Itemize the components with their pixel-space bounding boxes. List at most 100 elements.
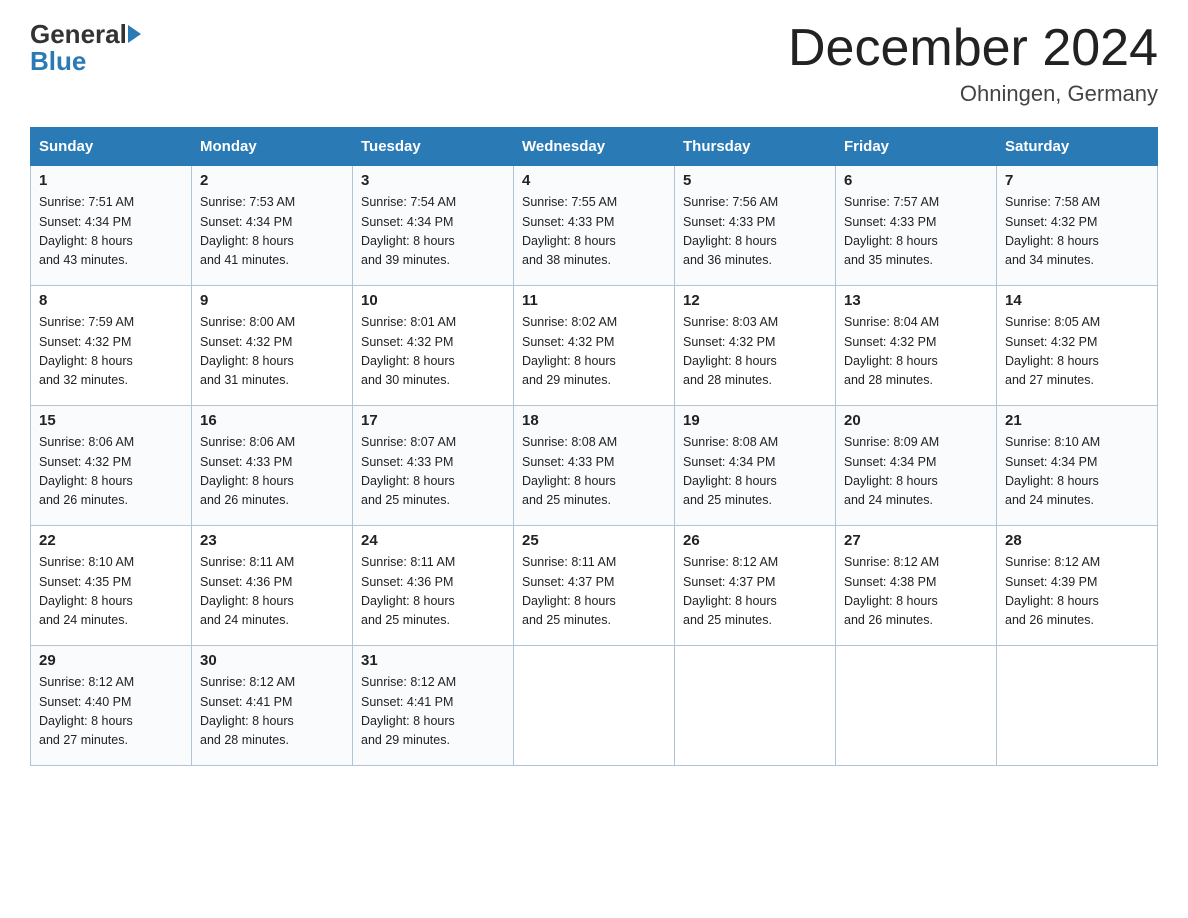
calendar-cell: 11 Sunrise: 8:02 AM Sunset: 4:32 PM Dayl… (514, 286, 675, 406)
day-info: Sunrise: 8:09 AM Sunset: 4:34 PM Dayligh… (844, 433, 988, 511)
weekday-header-thursday: Thursday (675, 128, 836, 166)
day-number: 16 (200, 412, 344, 429)
calendar-cell (675, 646, 836, 766)
page-header: General Blue December 2024 Ohningen, Ger… (30, 20, 1158, 107)
calendar-week-row: 29 Sunrise: 8:12 AM Sunset: 4:40 PM Dayl… (31, 646, 1158, 766)
calendar-cell: 9 Sunrise: 8:00 AM Sunset: 4:32 PM Dayli… (192, 286, 353, 406)
day-info: Sunrise: 8:12 AM Sunset: 4:37 PM Dayligh… (683, 553, 827, 631)
calendar-table: SundayMondayTuesdayWednesdayThursdayFrid… (30, 127, 1158, 766)
day-number: 9 (200, 292, 344, 309)
day-number: 26 (683, 532, 827, 549)
calendar-cell: 5 Sunrise: 7:56 AM Sunset: 4:33 PM Dayli… (675, 166, 836, 286)
day-info: Sunrise: 8:06 AM Sunset: 4:32 PM Dayligh… (39, 433, 183, 511)
calendar-cell: 15 Sunrise: 8:06 AM Sunset: 4:32 PM Dayl… (31, 406, 192, 526)
calendar-cell: 28 Sunrise: 8:12 AM Sunset: 4:39 PM Dayl… (997, 526, 1158, 646)
day-number: 21 (1005, 412, 1149, 429)
day-info: Sunrise: 8:01 AM Sunset: 4:32 PM Dayligh… (361, 313, 505, 391)
day-number: 11 (522, 292, 666, 309)
calendar-cell: 26 Sunrise: 8:12 AM Sunset: 4:37 PM Dayl… (675, 526, 836, 646)
day-info: Sunrise: 7:56 AM Sunset: 4:33 PM Dayligh… (683, 193, 827, 271)
calendar-week-row: 15 Sunrise: 8:06 AM Sunset: 4:32 PM Dayl… (31, 406, 1158, 526)
day-number: 2 (200, 172, 344, 189)
calendar-cell: 4 Sunrise: 7:55 AM Sunset: 4:33 PM Dayli… (514, 166, 675, 286)
logo-blue-text: Blue (30, 47, 142, 76)
calendar-week-row: 8 Sunrise: 7:59 AM Sunset: 4:32 PM Dayli… (31, 286, 1158, 406)
day-number: 18 (522, 412, 666, 429)
day-number: 19 (683, 412, 827, 429)
logo-arrow-icon (128, 25, 141, 43)
calendar-cell: 10 Sunrise: 8:01 AM Sunset: 4:32 PM Dayl… (353, 286, 514, 406)
calendar-cell: 18 Sunrise: 8:08 AM Sunset: 4:33 PM Dayl… (514, 406, 675, 526)
calendar-cell: 16 Sunrise: 8:06 AM Sunset: 4:33 PM Dayl… (192, 406, 353, 526)
day-info: Sunrise: 8:07 AM Sunset: 4:33 PM Dayligh… (361, 433, 505, 511)
day-info: Sunrise: 8:12 AM Sunset: 4:39 PM Dayligh… (1005, 553, 1149, 631)
calendar-cell: 24 Sunrise: 8:11 AM Sunset: 4:36 PM Dayl… (353, 526, 514, 646)
day-number: 31 (361, 652, 505, 669)
day-number: 8 (39, 292, 183, 309)
day-info: Sunrise: 8:11 AM Sunset: 4:36 PM Dayligh… (361, 553, 505, 631)
weekday-header-friday: Friday (836, 128, 997, 166)
day-info: Sunrise: 8:10 AM Sunset: 4:35 PM Dayligh… (39, 553, 183, 631)
calendar-cell (997, 646, 1158, 766)
calendar-cell: 29 Sunrise: 8:12 AM Sunset: 4:40 PM Dayl… (31, 646, 192, 766)
location-text: Ohningen, Germany (788, 81, 1158, 107)
day-number: 29 (39, 652, 183, 669)
weekday-header-tuesday: Tuesday (353, 128, 514, 166)
day-number: 12 (683, 292, 827, 309)
day-number: 15 (39, 412, 183, 429)
day-number: 3 (361, 172, 505, 189)
day-info: Sunrise: 7:53 AM Sunset: 4:34 PM Dayligh… (200, 193, 344, 271)
day-number: 6 (844, 172, 988, 189)
calendar-week-row: 1 Sunrise: 7:51 AM Sunset: 4:34 PM Dayli… (31, 166, 1158, 286)
calendar-cell: 13 Sunrise: 8:04 AM Sunset: 4:32 PM Dayl… (836, 286, 997, 406)
calendar-cell: 8 Sunrise: 7:59 AM Sunset: 4:32 PM Dayli… (31, 286, 192, 406)
calendar-cell: 21 Sunrise: 8:10 AM Sunset: 4:34 PM Dayl… (997, 406, 1158, 526)
day-info: Sunrise: 8:12 AM Sunset: 4:40 PM Dayligh… (39, 673, 183, 751)
day-number: 17 (361, 412, 505, 429)
calendar-cell (514, 646, 675, 766)
day-number: 20 (844, 412, 988, 429)
calendar-cell: 31 Sunrise: 8:12 AM Sunset: 4:41 PM Dayl… (353, 646, 514, 766)
calendar-cell: 30 Sunrise: 8:12 AM Sunset: 4:41 PM Dayl… (192, 646, 353, 766)
day-info: Sunrise: 8:08 AM Sunset: 4:34 PM Dayligh… (683, 433, 827, 511)
day-number: 25 (522, 532, 666, 549)
calendar-cell: 22 Sunrise: 8:10 AM Sunset: 4:35 PM Dayl… (31, 526, 192, 646)
weekday-header-sunday: Sunday (31, 128, 192, 166)
day-info: Sunrise: 8:11 AM Sunset: 4:36 PM Dayligh… (200, 553, 344, 631)
day-info: Sunrise: 8:06 AM Sunset: 4:33 PM Dayligh… (200, 433, 344, 511)
day-info: Sunrise: 7:57 AM Sunset: 4:33 PM Dayligh… (844, 193, 988, 271)
logo-general-text: General (30, 20, 127, 49)
calendar-cell: 20 Sunrise: 8:09 AM Sunset: 4:34 PM Dayl… (836, 406, 997, 526)
day-number: 14 (1005, 292, 1149, 309)
calendar-week-row: 22 Sunrise: 8:10 AM Sunset: 4:35 PM Dayl… (31, 526, 1158, 646)
day-number: 23 (200, 532, 344, 549)
day-number: 22 (39, 532, 183, 549)
day-info: Sunrise: 8:12 AM Sunset: 4:38 PM Dayligh… (844, 553, 988, 631)
day-info: Sunrise: 8:10 AM Sunset: 4:34 PM Dayligh… (1005, 433, 1149, 511)
day-number: 4 (522, 172, 666, 189)
calendar-cell: 23 Sunrise: 8:11 AM Sunset: 4:36 PM Dayl… (192, 526, 353, 646)
day-number: 5 (683, 172, 827, 189)
day-info: Sunrise: 8:04 AM Sunset: 4:32 PM Dayligh… (844, 313, 988, 391)
day-number: 27 (844, 532, 988, 549)
calendar-cell: 14 Sunrise: 8:05 AM Sunset: 4:32 PM Dayl… (997, 286, 1158, 406)
day-info: Sunrise: 8:12 AM Sunset: 4:41 PM Dayligh… (361, 673, 505, 751)
calendar-cell: 3 Sunrise: 7:54 AM Sunset: 4:34 PM Dayli… (353, 166, 514, 286)
weekday-header-monday: Monday (192, 128, 353, 166)
day-info: Sunrise: 8:03 AM Sunset: 4:32 PM Dayligh… (683, 313, 827, 391)
day-info: Sunrise: 7:59 AM Sunset: 4:32 PM Dayligh… (39, 313, 183, 391)
weekday-header-wednesday: Wednesday (514, 128, 675, 166)
day-info: Sunrise: 7:55 AM Sunset: 4:33 PM Dayligh… (522, 193, 666, 271)
day-info: Sunrise: 8:11 AM Sunset: 4:37 PM Dayligh… (522, 553, 666, 631)
day-number: 1 (39, 172, 183, 189)
day-number: 28 (1005, 532, 1149, 549)
logo: General Blue (30, 20, 142, 75)
calendar-cell: 27 Sunrise: 8:12 AM Sunset: 4:38 PM Dayl… (836, 526, 997, 646)
day-number: 24 (361, 532, 505, 549)
day-info: Sunrise: 7:54 AM Sunset: 4:34 PM Dayligh… (361, 193, 505, 271)
day-number: 13 (844, 292, 988, 309)
day-info: Sunrise: 8:05 AM Sunset: 4:32 PM Dayligh… (1005, 313, 1149, 391)
calendar-cell: 12 Sunrise: 8:03 AM Sunset: 4:32 PM Dayl… (675, 286, 836, 406)
weekday-header-row: SundayMondayTuesdayWednesdayThursdayFrid… (31, 128, 1158, 166)
day-info: Sunrise: 8:08 AM Sunset: 4:33 PM Dayligh… (522, 433, 666, 511)
